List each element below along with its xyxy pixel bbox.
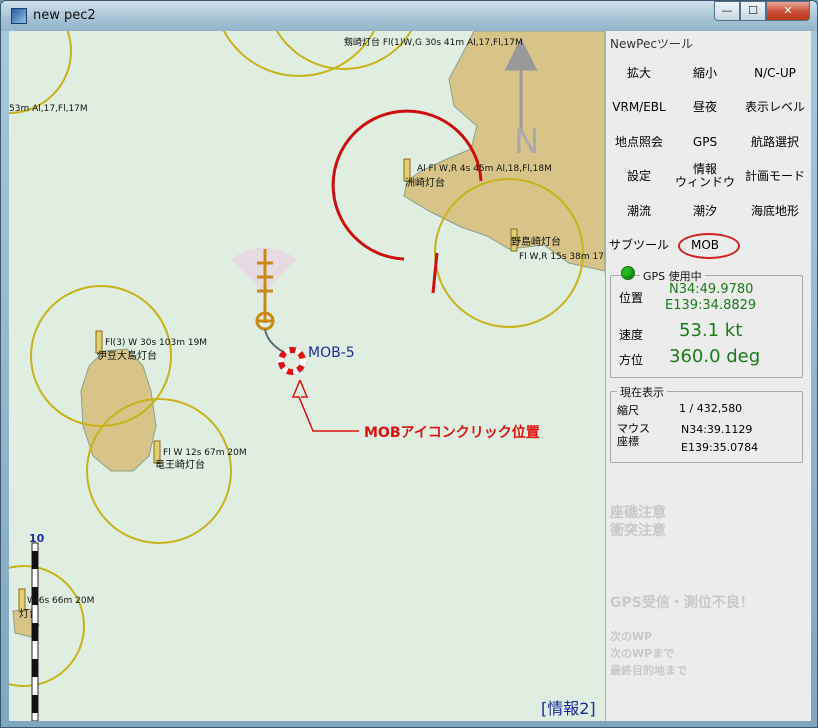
lighthouse-label: 野島崎灯台: [511, 235, 561, 248]
annotation-arrow-icon: [291, 379, 359, 432]
minimize-button[interactable]: —: [714, 1, 740, 21]
window-title: new pec2: [33, 8, 96, 23]
lighthouse-label: Al Fl W,R 4s 45m Al,18,Fl,18M: [417, 164, 552, 174]
gps-button[interactable]: GPS: [672, 127, 738, 157]
warning-gps: GPS受信・測位不良！: [610, 595, 754, 611]
mouse-latitude: N34:39.1129: [681, 423, 753, 436]
seabed-button[interactable]: 海底地形: [738, 196, 812, 226]
lighthouse-label: 竜王崎灯台: [155, 458, 205, 471]
tide-button[interactable]: 潮汐: [672, 196, 738, 226]
lighthouse-label: 剱崎灯台 Fl(1)W,G 30s 41m AI,17,Fl,17M: [344, 36, 523, 48]
north-up-button[interactable]: N/C-UP: [738, 58, 812, 88]
title-bar[interactable]: new pec2 — ☐ ✕: [1, 1, 817, 31]
info-footer[interactable]: [情報2]: [541, 695, 596, 719]
subtool-button[interactable]: サブツール: [606, 230, 672, 260]
vrm-ebl-button[interactable]: VRM/EBL: [606, 92, 672, 122]
to-destination-label: 最終目的地まで: [610, 664, 687, 677]
info-window-button[interactable]: 情報 ウィンドウ: [672, 161, 738, 191]
gps-status-icon: [621, 266, 635, 280]
heading-label: 方位: [619, 353, 644, 367]
position-label: 位置: [619, 291, 644, 305]
mob-highlight-ring: [678, 233, 740, 259]
lighthouse-label: 伊豆大島灯台: [97, 349, 157, 362]
speed-label: 速度: [619, 328, 644, 342]
route-select-button[interactable]: 航路選択: [738, 127, 812, 157]
own-ship-icon: [231, 247, 297, 354]
panel-title: NewPecツール: [610, 37, 693, 51]
tidal-current-button[interactable]: 潮流: [606, 196, 672, 226]
north-n-label: N: [514, 122, 539, 162]
gps-longitude: E139:34.8829: [665, 298, 757, 313]
point-query-button[interactable]: 地点照会: [606, 127, 672, 157]
maximize-button[interactable]: ☐: [740, 1, 766, 21]
land-boso: [403, 31, 605, 272]
mouse-coord-label: マウス 座標: [617, 422, 650, 448]
annotation-text: MOBアイコンクリック位置: [364, 424, 540, 441]
mob-label: MOB-5: [308, 345, 355, 361]
heading-value: 360.0 deg: [669, 346, 761, 367]
scale-bar: [31, 542, 39, 721]
lighthouse-label: 53m Al,17,Fl,17M: [9, 104, 88, 114]
close-button[interactable]: ✕: [766, 1, 810, 21]
lighthouse-label: Fl(3) W 30s 103m 19M: [105, 338, 207, 348]
mouse-longitude: E139:35.0784: [681, 441, 759, 454]
tool-panel: NewPecツール 拡大 縮小 N/C-UP VRM/EBL 昼夜 表示レベル …: [605, 31, 811, 721]
scale-label: 縮尺: [617, 404, 639, 417]
zoom-in-button[interactable]: 拡大: [606, 58, 672, 88]
app-icon: [11, 8, 27, 24]
gps-group: GPS 使用中 位置 N34:49.9780 E139:34.8829 速度 5…: [610, 266, 803, 378]
day-night-button[interactable]: 昼夜: [672, 92, 738, 122]
zoom-out-button[interactable]: 縮小: [672, 58, 738, 88]
scale-bar-label: 10: [29, 532, 45, 545]
warning-grounding: 座礁注意: [610, 505, 666, 521]
current-group-title: 現在表示: [617, 384, 667, 400]
current-display-group: 現在表示 縮尺 1 / 432,580 マウス 座標 N34:39.1129 E…: [610, 384, 803, 463]
mob-marker-icon: [278, 347, 306, 375]
warning-collision: 衝突注意: [610, 523, 666, 539]
app-window: new pec2 — ☐ ✕ N 剱崎灯台 Fl(1)W,G 30s 41m A…: [0, 0, 818, 728]
plan-mode-button[interactable]: 計画モード: [738, 161, 812, 191]
lighthouse-label: Fl W,R 15s 38m 17M: [519, 252, 605, 262]
chart-map[interactable]: N 剱崎灯台 Fl(1)W,G 30s 41m AI,17,Fl,17M 53m…: [9, 31, 605, 721]
settings-button[interactable]: 設定: [606, 161, 672, 191]
lighthouse-label: 洲崎灯台: [405, 176, 445, 189]
lighthouse-label: Fl W 12s 67m 20M: [163, 448, 247, 458]
display-level-button[interactable]: 表示レベル: [738, 92, 812, 122]
speed-value: 53.1 kt: [679, 320, 743, 341]
next-wp-label: 次のWP: [610, 630, 653, 643]
scale-value: 1 / 432,580: [679, 402, 743, 415]
to-next-wp-label: 次のWPまで: [610, 647, 675, 660]
gps-latitude: N34:49.9780: [669, 282, 754, 297]
